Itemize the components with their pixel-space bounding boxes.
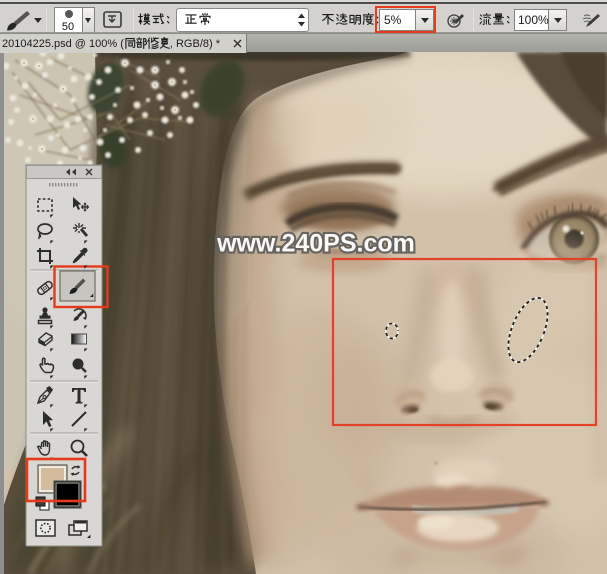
svg-text:50: 50 (62, 21, 74, 33)
